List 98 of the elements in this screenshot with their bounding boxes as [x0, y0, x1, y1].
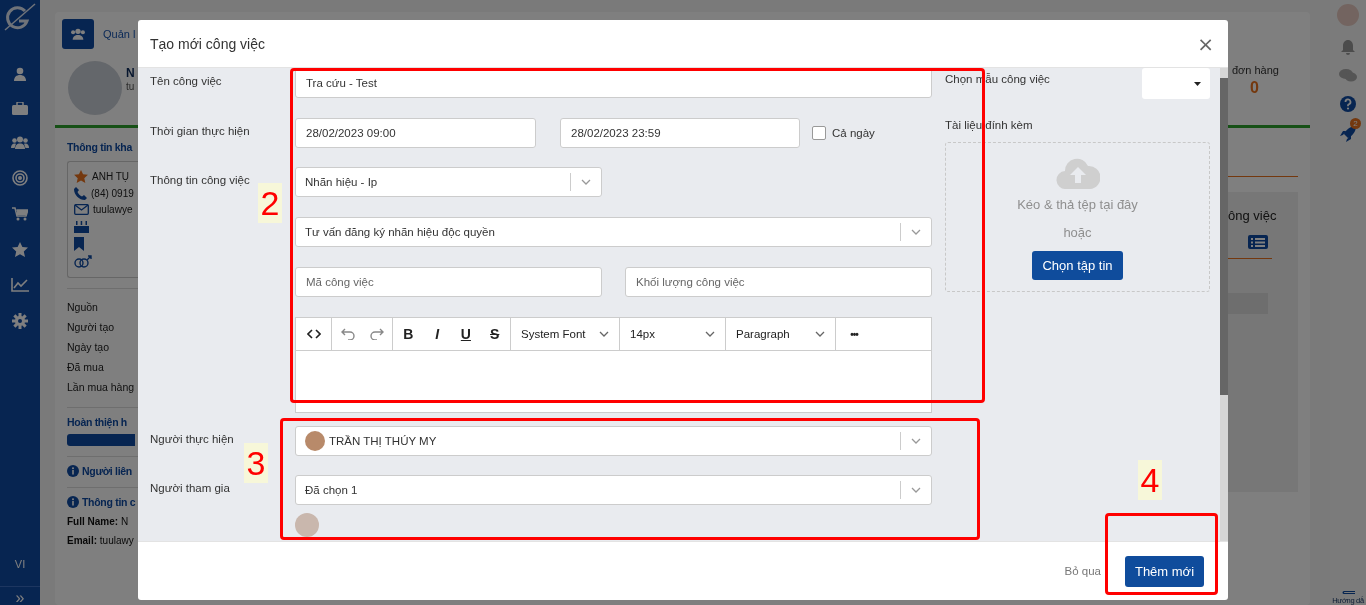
drop-hint: hoặc	[1063, 224, 1092, 242]
step-number: 4	[1138, 460, 1162, 500]
field-label: Ngày tạo	[67, 340, 110, 355]
cancel-link[interactable]: Bỏ qua	[1064, 565, 1101, 577]
info-icon	[67, 465, 79, 477]
choose-file-button[interactable]: Chọn tập tin	[1032, 251, 1123, 280]
bell-icon[interactable]	[1341, 40, 1355, 55]
select-field[interactable]: Tư vấn đăng ký nhãn hiệu độc quyền	[295, 217, 932, 247]
code-icon	[306, 329, 321, 339]
list-icon[interactable]	[1248, 235, 1268, 249]
field-label: Người thực hiện	[150, 432, 235, 445]
bold-button[interactable]: B	[394, 322, 422, 346]
chevron-down-icon	[911, 229, 921, 235]
full-name-text: Full Name: N	[67, 516, 129, 527]
dialog-title: Tạo mới công việc	[150, 35, 265, 52]
underline-button[interactable]: U	[452, 322, 480, 346]
expand-button[interactable]: »	[15, 591, 25, 605]
section-title: Người liên	[82, 465, 132, 477]
briefcase-icon[interactable]	[12, 102, 28, 115]
start-time-field[interactable]: 28/02/2023 09:00	[295, 118, 536, 148]
help-icon[interactable]	[1340, 96, 1356, 112]
stat-value: 0	[1249, 79, 1260, 97]
group-icon[interactable]	[11, 136, 29, 149]
field-label: Đã mua	[67, 360, 104, 375]
end-time-field[interactable]: 28/02/2023 23:59	[560, 118, 800, 148]
submit-button[interactable]: Thêm mới	[1125, 555, 1204, 587]
user-icon[interactable]	[13, 67, 27, 81]
info-icon	[67, 496, 79, 508]
drop-hint: Kéo & thả tệp tại đây	[1017, 196, 1138, 214]
line-chart-icon[interactable]	[11, 278, 29, 292]
avatar	[295, 513, 319, 537]
step-number: 2	[258, 183, 282, 223]
format-dropdown[interactable]: 14px	[620, 318, 725, 350]
avatar	[68, 61, 122, 115]
field-label: Tài liệu đính kèm	[945, 119, 1034, 131]
star-icon[interactable]	[12, 242, 28, 257]
redo-icon	[369, 328, 384, 340]
format-dropdown[interactable]: System Font	[511, 318, 619, 350]
cloud-upload-icon	[1055, 157, 1100, 189]
section-title: Hoàn thiện h	[67, 416, 127, 428]
field-label: Thông tin công việc	[150, 173, 251, 186]
mail-icon	[74, 204, 89, 215]
select-field[interactable]: TRẦN THỊ THÚY MY	[295, 426, 932, 456]
field-label: Lần mua hàng	[67, 380, 135, 395]
file-drop-zone[interactable]: Kéo & thả tệp tại đây hoặc Chọn tập tin	[945, 142, 1210, 292]
rich-text-editor[interactable]: B I U S System Font 14px Paragraph •••	[295, 317, 932, 413]
italic-button[interactable]: I	[423, 322, 451, 346]
stat-label: đơn hàng	[1232, 64, 1280, 76]
task-code-field[interactable]: Mã công việc	[295, 267, 602, 297]
cart-icon[interactable]	[12, 207, 28, 221]
cake-icon	[74, 219, 89, 233]
bookmark-icon	[74, 237, 84, 251]
avatar	[305, 431, 325, 451]
field-label: Thời gian thực hiện	[150, 124, 251, 137]
chevron-down-icon	[581, 179, 591, 185]
phone-icon	[74, 187, 87, 200]
section-title: Thông tin c	[82, 496, 136, 508]
strikethrough-button[interactable]: S	[481, 322, 509, 346]
logo-icon[interactable]	[3, 2, 37, 34]
chevron-down-icon	[815, 331, 825, 337]
caret-icon	[1194, 81, 1201, 86]
contact-email: tuulawye	[93, 204, 133, 215]
format-dropdown[interactable]: Paragraph	[726, 318, 835, 350]
group-icon	[70, 28, 86, 40]
step-number: 3	[244, 443, 268, 483]
breadcrumb-link[interactable]: Quản l	[103, 28, 136, 40]
undo-icon	[340, 328, 355, 340]
field-label: Người tạo	[67, 320, 115, 335]
language-code: VI	[14, 558, 26, 570]
target-icon[interactable]	[12, 170, 28, 186]
star-icon	[74, 170, 88, 183]
close-button[interactable]: ×	[1197, 31, 1214, 56]
gender-icon	[74, 255, 92, 269]
workload-field[interactable]: Khối lượng công việc	[625, 267, 932, 297]
more-button[interactable]: •••	[840, 322, 868, 346]
scrollbar[interactable]	[1220, 68, 1228, 541]
field-label: Nguồn	[67, 300, 98, 315]
chevron-down-icon	[705, 331, 715, 337]
notification-badge: 2	[1350, 118, 1361, 129]
gear-icon[interactable]	[12, 313, 28, 329]
section-title: Thông tin kha	[67, 141, 132, 153]
all-day-checkbox[interactable]	[812, 126, 826, 140]
field-label: Tên công việc	[150, 74, 223, 87]
customer-name: N	[126, 65, 135, 81]
rocket-icon[interactable]	[1340, 126, 1356, 142]
chevron-down-icon	[599, 331, 609, 337]
select-field[interactable]: Nhãn hiệu - Ip	[295, 167, 602, 197]
select-field[interactable]: Đã chọn 1	[295, 475, 932, 505]
field-label: Người tham gia	[150, 481, 231, 494]
chevron-down-icon	[911, 487, 921, 493]
email-text: Email: tuulawy	[67, 535, 134, 546]
contact-name: ANH TỤ	[92, 171, 130, 182]
tab-label[interactable]: ông việc	[1228, 208, 1298, 223]
contact-phone: (84) 0919	[91, 188, 134, 199]
customer-subtitle: tu	[126, 81, 135, 92]
chevron-down-icon	[911, 438, 921, 444]
group-button[interactable]	[62, 19, 94, 49]
checkbox-label: Cả ngày	[832, 127, 875, 139]
